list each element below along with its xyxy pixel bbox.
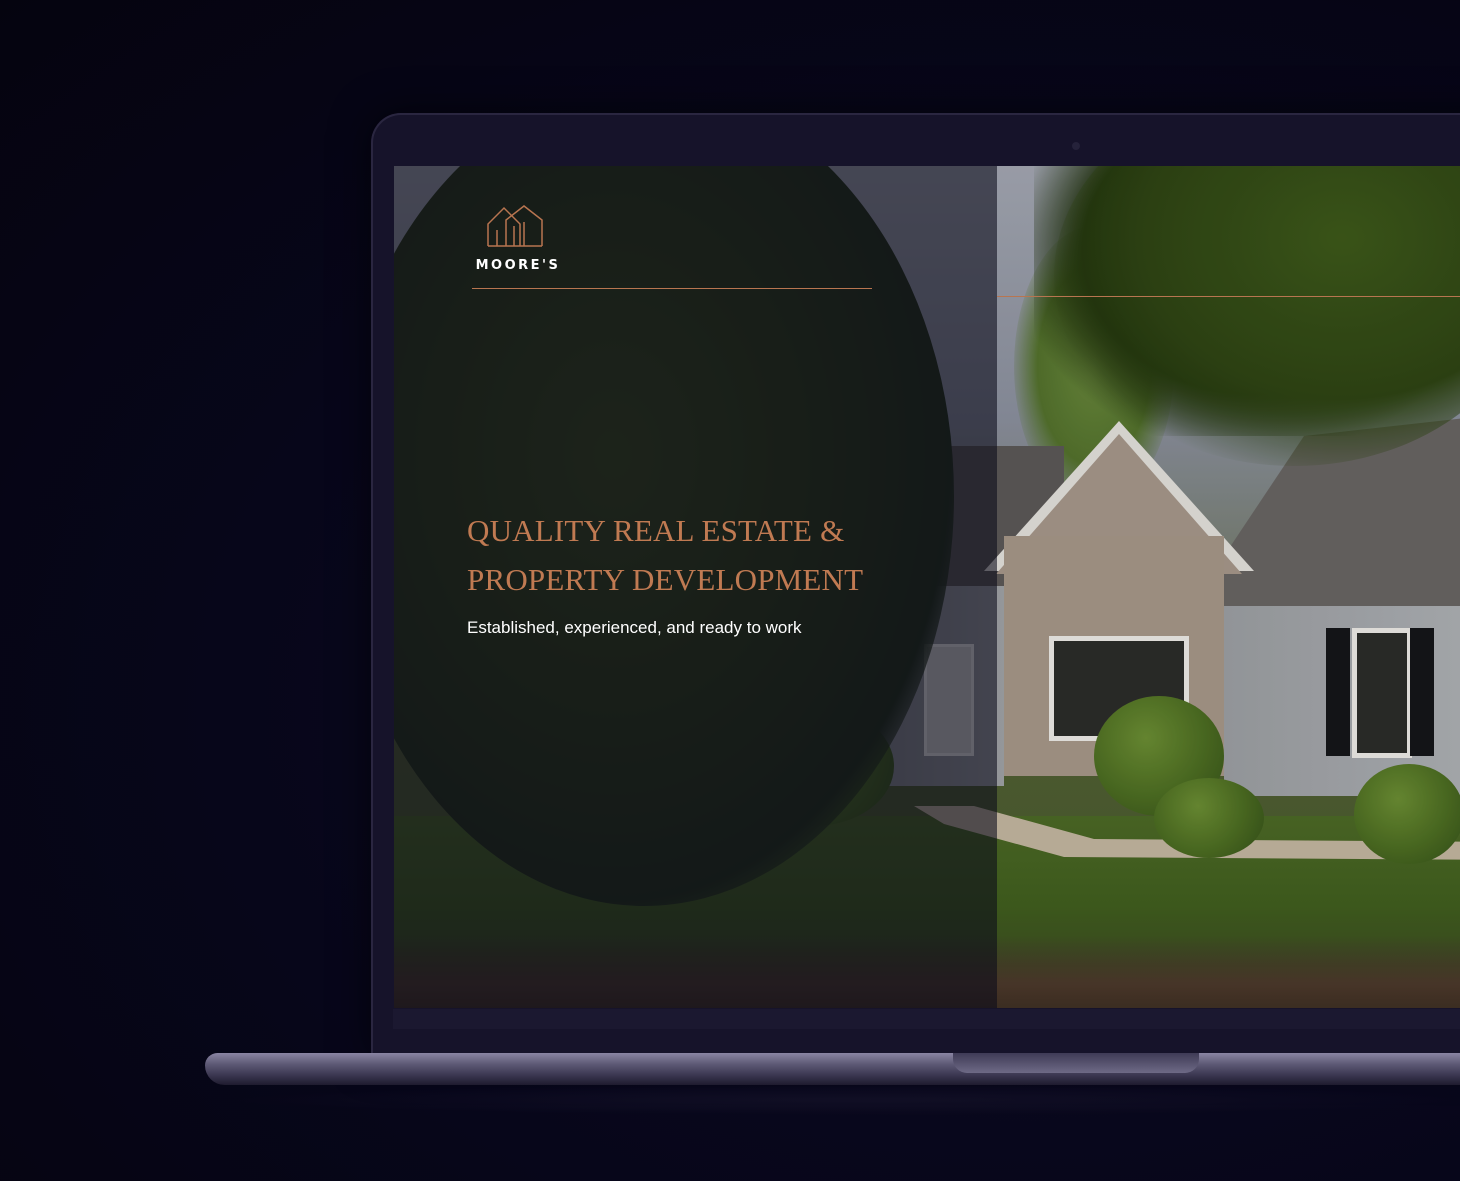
hero-title-line: QUALITY REAL ESTATE & [467,513,845,548]
header-divider-right [997,296,1460,297]
bezel-bottom [393,1009,1460,1029]
mockup-stage: MOORE'S QUALITY REAL ESTATE & PROPERTY D… [0,0,1460,1181]
laptop-shadow [230,1085,1460,1115]
brand-logo[interactable]: MOORE'S [472,202,564,282]
camera-icon [1072,142,1080,150]
hero-title: QUALITY REAL ESTATE & PROPERTY DEVELOPME… [467,506,987,604]
photo-tint [997,166,1460,1008]
brand-name: MOORE'S [475,258,561,273]
website-screen: MOORE'S QUALITY REAL ESTATE & PROPERTY D… [394,166,1460,1008]
header-divider [472,288,872,289]
laptop-base [205,1053,1460,1085]
house-outline-icon [487,205,543,247]
laptop-notch [953,1053,1199,1073]
hero-title-line: PROPERTY DEVELOPMENT [467,562,864,597]
hero-subtitle: Established, experienced, and ready to w… [467,618,802,637]
